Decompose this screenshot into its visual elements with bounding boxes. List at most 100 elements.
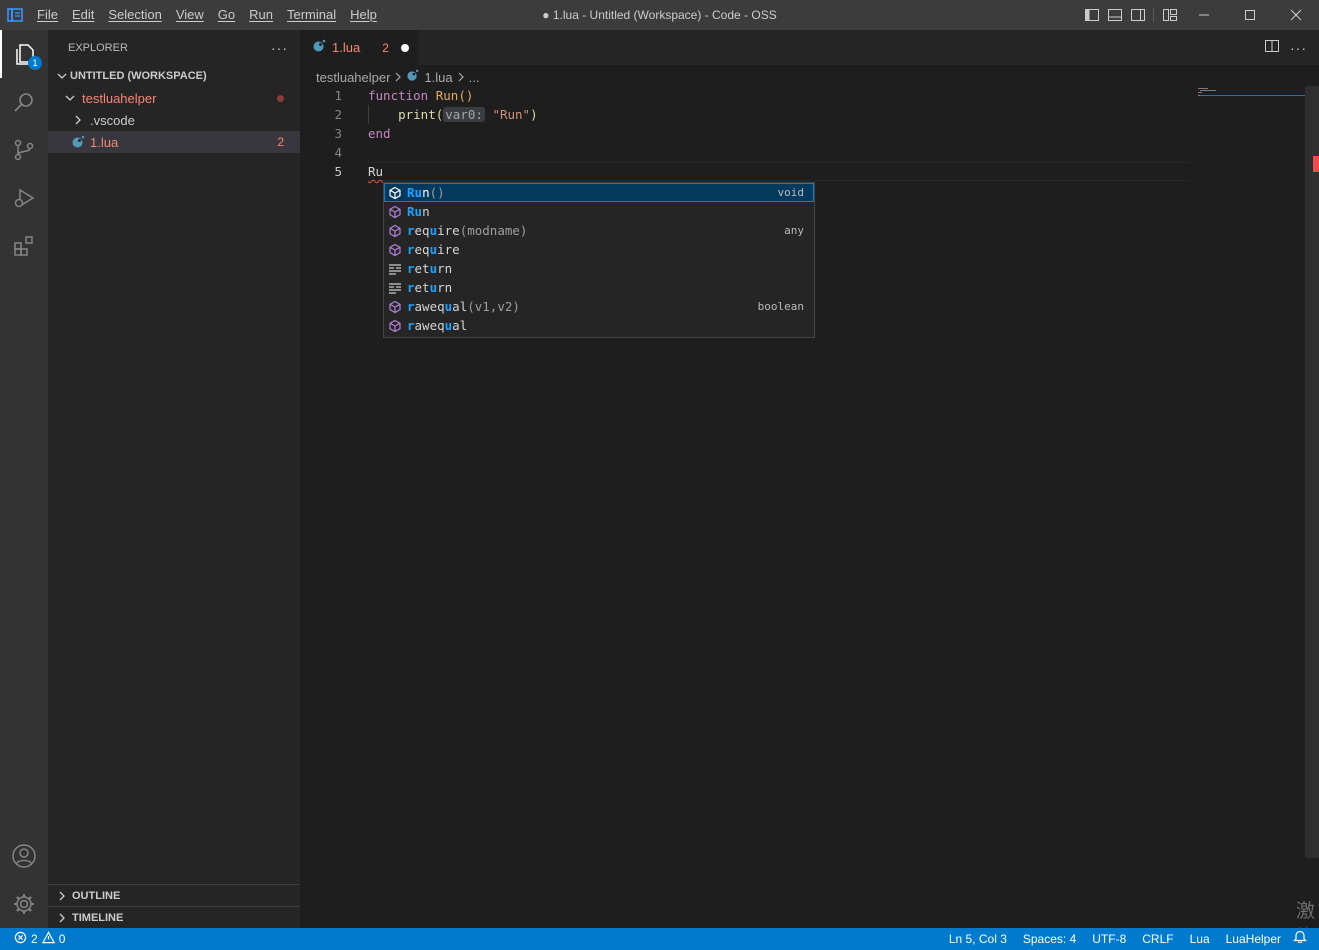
menu-edit[interactable]: Edit	[65, 0, 101, 30]
run-debug-icon[interactable]	[0, 174, 48, 222]
folder-label: .vscode	[90, 112, 135, 128]
method-icon	[387, 299, 403, 315]
suggestion-item[interactable]: return	[384, 259, 814, 278]
match-highlight: r	[407, 242, 415, 257]
menu-go[interactable]: Go	[211, 0, 242, 30]
code-line: 1 function Run()	[300, 86, 1305, 105]
tree-file-1lua[interactable]: 1.lua 2	[48, 131, 300, 153]
error-count: 2	[31, 932, 38, 946]
breadcrumb-more[interactable]: ...	[469, 70, 480, 85]
tree-folder-testluahelper[interactable]: testluahelper	[48, 87, 300, 109]
breadcrumb-folder[interactable]: testluahelper	[316, 70, 390, 85]
toggle-sidebar-icon[interactable]	[1080, 0, 1103, 30]
suggestion-item[interactable]: Run	[384, 202, 814, 221]
extension-status[interactable]: LuaHelper	[1218, 928, 1289, 950]
menu-run[interactable]: Run	[242, 0, 280, 30]
close-icon[interactable]	[1273, 0, 1319, 30]
more-actions-button[interactable]: ···	[271, 40, 288, 56]
breadcrumb: testluahelper 1.lua ...	[316, 66, 480, 88]
breadcrumb-file[interactable]: 1.lua	[424, 70, 452, 85]
tree-folder-vscode[interactable]: .vscode	[48, 109, 300, 131]
lua-file-icon	[70, 134, 86, 150]
tab-problem-count: 2	[382, 40, 389, 55]
line-number: 2	[334, 107, 342, 122]
suggestion-item[interactable]: require(modname) any	[384, 221, 814, 240]
menu-selection[interactable]: Selection	[101, 0, 168, 30]
lua-file-icon	[406, 69, 419, 85]
suggestion-detail: any	[784, 224, 804, 237]
label-rest: al	[452, 299, 468, 314]
menu-bar: File Edit Selection View Go Run Terminal…	[30, 0, 384, 30]
menu-view[interactable]: View	[169, 0, 211, 30]
menu-help[interactable]: Help	[343, 0, 384, 30]
match-highlight: Ru	[407, 204, 423, 219]
minimize-icon[interactable]	[1181, 0, 1227, 30]
minimap[interactable]	[1190, 86, 1305, 928]
suggestion-item[interactable]: rawequal(v1,v2) boolean	[384, 297, 814, 316]
outline-title: OUTLINE	[72, 889, 121, 902]
code-line: 4	[300, 143, 1305, 162]
label-rest: et	[414, 280, 430, 295]
line-number: 1	[334, 88, 342, 103]
source-control-icon[interactable]	[0, 126, 48, 174]
encoding[interactable]: UTF-8	[1084, 928, 1134, 950]
toggle-panel-icon[interactable]	[1103, 0, 1126, 30]
split-editor-icon[interactable]	[1264, 38, 1280, 57]
status-bar: 2 0 Ln 5, Col 3 Spaces: 4 UTF-8 CRLF Lua…	[0, 928, 1319, 950]
menu-terminal[interactable]: Terminal	[280, 0, 343, 30]
timeline-section-header[interactable]: TIMELINE	[48, 906, 300, 928]
label-rest: ire	[437, 242, 460, 257]
code-token: Ru	[368, 164, 384, 179]
suggest-widget: Run() void Run require(modname) any require re…	[383, 182, 815, 338]
maximize-icon[interactable]	[1227, 0, 1273, 30]
suggestion-label: require(modname)	[407, 223, 527, 238]
outline-section-header[interactable]: OUTLINE	[48, 884, 300, 906]
workspace-header[interactable]: UNTITLED (WORKSPACE)	[48, 65, 300, 87]
problem-count: 2	[277, 135, 284, 149]
suggestion-label: return	[407, 280, 452, 295]
chevron-right-icon	[54, 910, 70, 926]
unsaved-dot-icon[interactable]	[400, 43, 409, 52]
warning-icon	[41, 931, 55, 947]
keyword-icon	[387, 261, 403, 277]
label-rest: aweq	[414, 299, 445, 314]
cursor-position[interactable]: Ln 5, Col 3	[941, 928, 1015, 950]
explorer-icon[interactable]: 1	[0, 30, 48, 78]
language-mode[interactable]: Lua	[1182, 928, 1218, 950]
label-rest: aweq	[414, 318, 445, 333]
menu-file[interactable]: File	[30, 0, 65, 30]
more-actions-icon[interactable]: ···	[1290, 40, 1307, 56]
line-number: 5	[334, 164, 342, 179]
warning-count: 0	[58, 932, 66, 946]
code-line: 2 print(var0: "Run")	[300, 105, 1305, 124]
suggestion-item[interactable]: require	[384, 240, 814, 259]
search-icon[interactable]	[0, 78, 48, 126]
indentation[interactable]: Spaces: 4	[1015, 928, 1084, 950]
watermark-glyph: 激	[1296, 901, 1316, 922]
vertical-scrollbar[interactable]	[1305, 86, 1319, 858]
chevron-down-icon	[62, 90, 78, 106]
accounts-icon[interactable]	[0, 832, 48, 880]
toggle-secondary-sidebar-icon[interactable]	[1126, 0, 1149, 30]
chevron-right-icon	[457, 70, 465, 85]
match-highlight: Ru	[407, 185, 423, 200]
chevron-right-icon	[394, 70, 402, 85]
settings-gear-icon[interactable]	[0, 880, 48, 928]
customize-layout-icon[interactable]	[1158, 0, 1181, 30]
tab-1lua[interactable]: 1.lua 2	[300, 30, 418, 65]
end-of-line[interactable]: CRLF	[1134, 928, 1181, 950]
explorer-sidebar: EXPLORER ··· UNTITLED (WORKSPACE) testlu…	[48, 30, 300, 928]
code-token: function	[368, 88, 429, 103]
suggestion-item[interactable]: Run() void	[384, 183, 814, 202]
extensions-icon[interactable]	[0, 222, 48, 270]
suggestion-item[interactable]: rawequal	[384, 316, 814, 335]
bell-icon[interactable]	[1289, 928, 1319, 950]
problems-status[interactable]: 2 0	[0, 931, 65, 947]
suggestion-label: require	[407, 242, 460, 257]
suggestion-item[interactable]: return	[384, 278, 814, 297]
lua-file-icon	[312, 39, 326, 56]
error-icon	[14, 931, 27, 947]
tab-label: 1.lua	[332, 40, 361, 55]
method-icon	[387, 223, 403, 239]
code-token: )	[530, 107, 538, 122]
